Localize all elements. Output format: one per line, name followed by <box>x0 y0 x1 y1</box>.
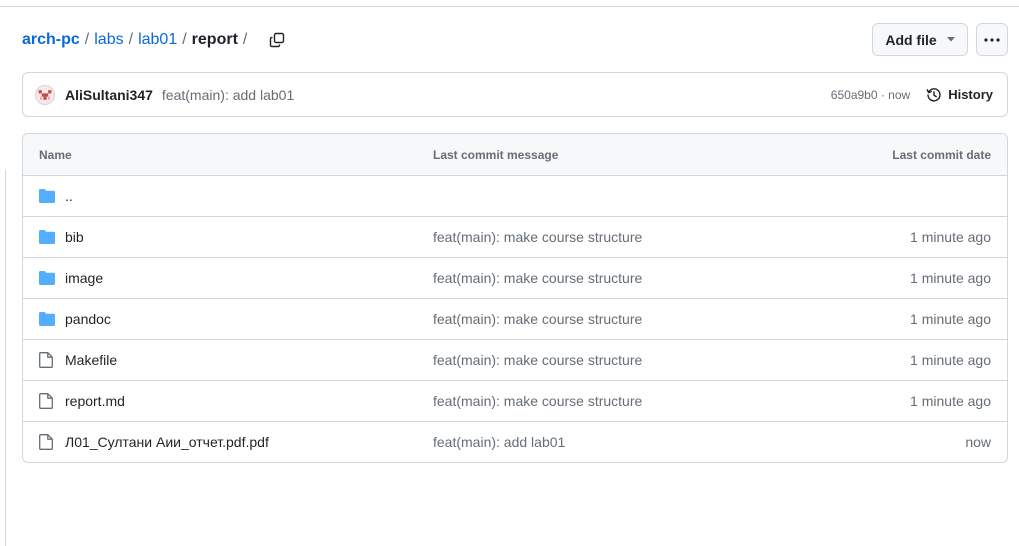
folder-icon <box>39 229 56 245</box>
header-last-commit-date: Last commit date <box>892 147 991 162</box>
breadcrumb: arch-pc / labs / lab01 / report / <box>22 29 288 51</box>
history-icon <box>926 87 941 102</box>
table-header: Name Last commit message Last commit dat… <box>23 134 1007 176</box>
table-row[interactable]: report.md feat(main): make course struct… <box>23 381 1007 422</box>
table-row[interactable]: .. <box>23 176 1007 217</box>
commit-message-link[interactable]: feat(main): make course structure <box>433 393 642 409</box>
table-row[interactable]: Makefile feat(main): make course structu… <box>23 340 1007 381</box>
parent-directory-link[interactable]: .. <box>65 188 73 204</box>
add-file-label: Add file <box>885 31 937 48</box>
copy-icon <box>270 32 285 48</box>
history-link[interactable]: History <box>926 87 993 103</box>
commit-message-link[interactable]: feat(main): add lab01 <box>433 434 565 450</box>
file-name-link[interactable]: image <box>65 270 103 286</box>
table-row[interactable]: bib feat(main): make course structure 1 … <box>23 217 1007 258</box>
latest-commit-bar: AliSultani347 feat(main): add lab01 650a… <box>22 72 1008 117</box>
copy-path-button[interactable] <box>266 29 288 51</box>
kebab-horizontal-icon <box>984 37 1000 42</box>
breadcrumb-separator: / <box>242 31 248 48</box>
add-file-button[interactable]: Add file <box>872 23 968 56</box>
history-label: History <box>948 87 993 102</box>
file-icon <box>39 434 56 450</box>
commit-message-link[interactable]: feat(main): make course structure <box>433 311 642 327</box>
folder-icon <box>39 270 56 286</box>
folder-icon <box>39 188 56 204</box>
file-name-link[interactable]: Л01_Султани Аии_отчет.pdf.pdf <box>65 434 269 450</box>
file-table: Name Last commit message Last commit dat… <box>22 133 1008 463</box>
breadcrumb-current: report <box>191 31 238 48</box>
triangle-down-icon <box>946 37 955 42</box>
breadcrumb-separator: / <box>84 31 90 48</box>
avatar[interactable] <box>35 84 55 105</box>
file-icon <box>39 393 56 409</box>
commit-message-link[interactable]: feat(main): make course structure <box>433 352 642 368</box>
commit-date: 1 minute ago <box>910 229 991 245</box>
file-name-link[interactable]: report.md <box>65 393 125 409</box>
breadcrumb-labs-link[interactable]: labs <box>94 31 123 49</box>
left-divider <box>5 170 6 546</box>
page: arch-pc / labs / lab01 / report / Add fi… <box>0 0 1019 546</box>
commit-date: 1 minute ago <box>910 311 991 327</box>
file-name-link[interactable]: Makefile <box>65 352 117 368</box>
identicon-icon <box>38 89 52 100</box>
table-row[interactable]: pandoc feat(main): make course structure… <box>23 299 1007 340</box>
commit-message[interactable]: feat(main): add lab01 <box>162 87 294 103</box>
top-divider <box>0 6 1019 7</box>
more-options-button[interactable] <box>976 23 1008 56</box>
table-row[interactable]: image feat(main): make course structure … <box>23 258 1007 299</box>
header-last-commit-message: Last commit message <box>433 147 559 162</box>
header-name: Name <box>39 147 72 162</box>
breadcrumb-repo-link[interactable]: arch-pc <box>22 31 80 49</box>
file-name-link[interactable]: bib <box>65 229 84 245</box>
breadcrumb-lab01-link[interactable]: lab01 <box>138 31 177 49</box>
commit-date: now <box>965 434 991 450</box>
file-icon <box>39 352 56 368</box>
breadcrumb-separator: / <box>182 31 187 48</box>
commit-message-link[interactable]: feat(main): make course structure <box>433 270 642 286</box>
breadcrumb-separator: / <box>128 31 134 48</box>
commit-author[interactable]: AliSultani347 <box>65 87 153 103</box>
folder-icon <box>39 311 56 327</box>
commit-date: 1 minute ago <box>910 270 991 286</box>
commit-date: 1 minute ago <box>910 393 991 409</box>
table-row[interactable]: Л01_Султани Аии_отчет.pdf.pdf feat(main)… <box>23 422 1007 462</box>
file-name-link[interactable]: pandoc <box>65 311 111 327</box>
commit-date: 1 minute ago <box>910 352 991 368</box>
commit-hash-time[interactable]: 650a9b0 · now <box>831 88 910 102</box>
commit-message-link[interactable]: feat(main): make course structure <box>433 229 642 245</box>
